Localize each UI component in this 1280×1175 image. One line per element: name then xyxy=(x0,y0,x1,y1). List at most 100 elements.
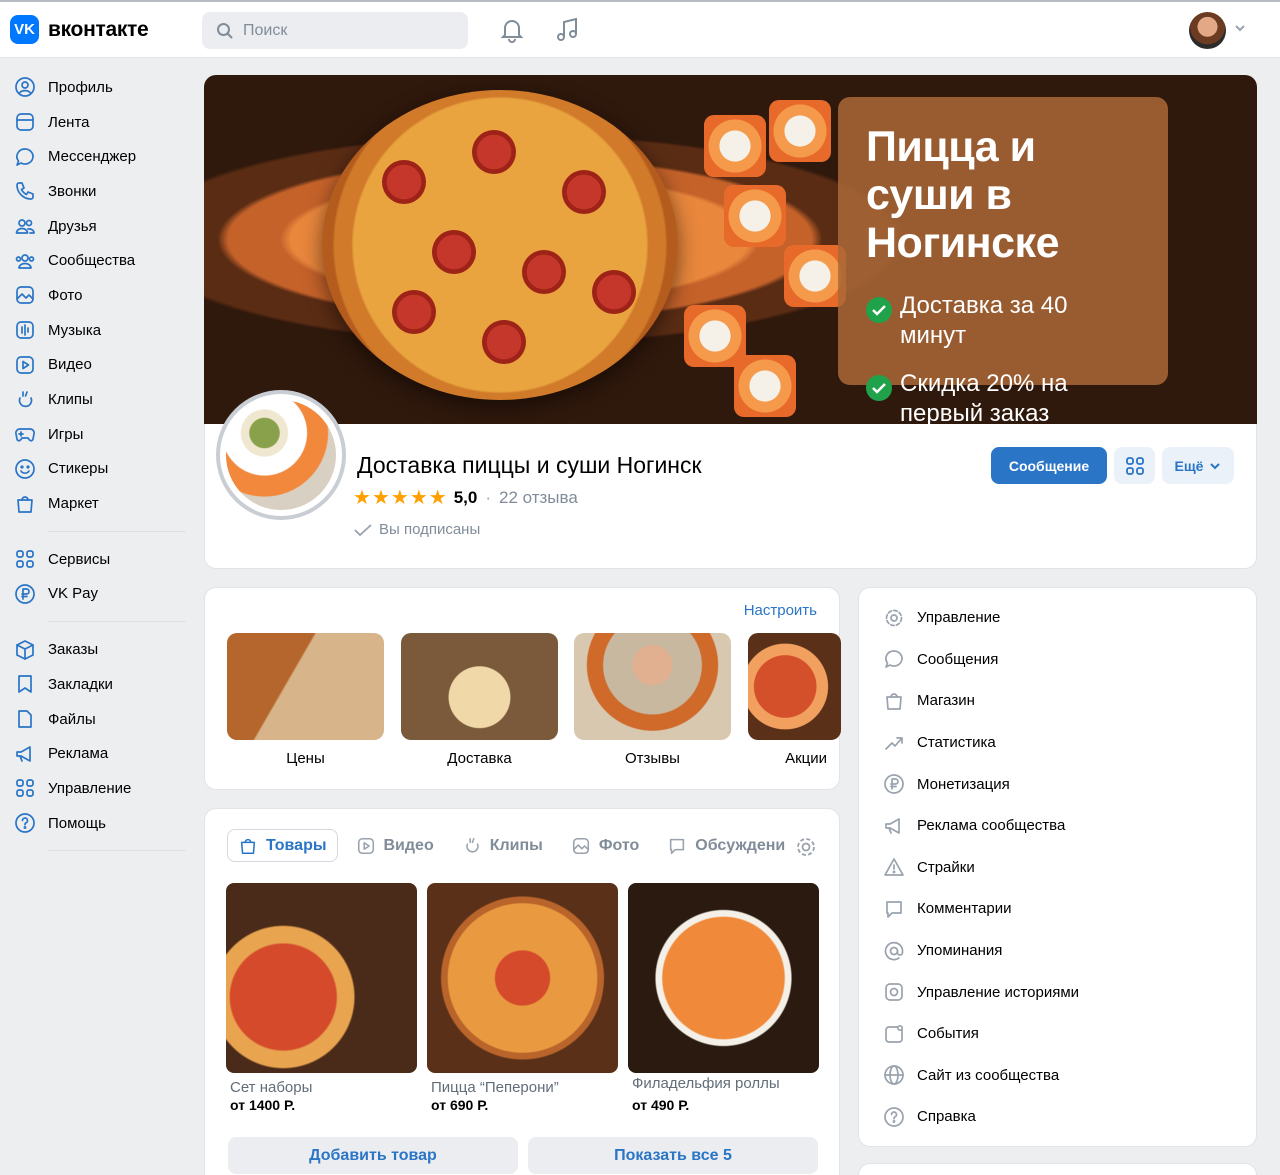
tab-photo[interactable]: Фото xyxy=(561,829,649,862)
sidebar-item[interactable]: Игры xyxy=(0,417,200,452)
sidebar-item[interactable]: VK Pay xyxy=(0,577,200,612)
tile-prices-label[interactable]: Цены xyxy=(227,750,384,767)
sidebar-item[interactable]: Стикеры xyxy=(0,452,200,487)
sidebar-item[interactable]: Друзья xyxy=(0,209,200,244)
sidebar-item[interactable]: Видео xyxy=(0,348,200,383)
manage-menu-item[interactable]: Монетизация xyxy=(859,763,1256,805)
message-button[interactable]: Сообщение xyxy=(991,447,1107,484)
star-icon: ★ xyxy=(409,487,428,509)
gear-icon xyxy=(885,609,903,627)
check-icon xyxy=(866,297,892,323)
chevron-down-icon[interactable] xyxy=(1234,24,1246,32)
tile-promo-image[interactable] xyxy=(748,633,841,740)
sidebar-item-label: Звонки xyxy=(48,182,97,200)
bell-icon[interactable] xyxy=(500,17,524,43)
user-avatar[interactable] xyxy=(1189,12,1226,49)
tile-prices-image[interactable] xyxy=(227,633,384,740)
bottom-card xyxy=(858,1163,1257,1175)
manage-menu-label: Управление xyxy=(917,609,1001,627)
tab-discussion[interactable]: Обсуждени xyxy=(657,829,795,862)
tile-reviews-label[interactable]: Отзывы xyxy=(574,750,731,767)
tab-video[interactable]: Видео xyxy=(346,829,444,862)
manage-menu-item[interactable]: Статистика xyxy=(859,722,1256,764)
content-tabs: Товары Видео Клипы Фото Обсуждени xyxy=(227,829,803,862)
sidebar-item[interactable]: Мессенджер xyxy=(0,139,200,174)
megaphone-icon xyxy=(885,817,900,834)
product-image[interactable] xyxy=(427,883,618,1073)
product-price: от 490 Р. xyxy=(632,1097,690,1113)
tile-reviews-image[interactable] xyxy=(574,633,731,740)
sidebar-item-label: Помощь xyxy=(48,814,106,832)
manage-menu-item[interactable]: Управление историями xyxy=(859,971,1256,1013)
sidebar-item[interactable]: Файлы xyxy=(0,702,200,737)
vk-logo-text: вконтакте xyxy=(48,17,149,41)
search-input[interactable]: Поиск xyxy=(202,12,468,49)
tile-delivery-image[interactable] xyxy=(401,633,558,740)
cover-point-delivery: Доставка за 40 минут xyxy=(900,292,1068,349)
sidebar-item-label: Фото xyxy=(48,286,83,304)
manage-menu-item[interactable]: Справка xyxy=(859,1096,1256,1138)
manage-menu-item[interactable]: События xyxy=(859,1013,1256,1055)
configure-link[interactable]: Настроить xyxy=(744,602,817,619)
sidebar-item[interactable]: Профиль xyxy=(0,70,200,105)
sidebar-item[interactable]: Заказы xyxy=(0,632,200,667)
manage-menu-item[interactable]: Комментарии xyxy=(859,888,1256,930)
sidebar-item[interactable]: Управление xyxy=(0,771,200,806)
show-all-products-button[interactable]: Показать все 5 xyxy=(528,1137,818,1174)
gear-icon[interactable] xyxy=(795,836,817,858)
sidebar-item[interactable]: Закладки xyxy=(0,667,200,702)
sidebar-item-label: Заказы xyxy=(48,641,99,659)
sidebar-item-label: Музыка xyxy=(48,321,102,339)
sidebar-item[interactable]: Сервисы xyxy=(0,542,200,577)
community-cover: Пицца и суши в Ногинске Доставка за 40 м… xyxy=(204,75,1257,440)
community-avatar[interactable] xyxy=(216,390,346,520)
cover-pizza-image xyxy=(322,90,678,400)
subscribed-status[interactable]: Вы подписаны xyxy=(353,521,480,538)
top-bar: VK вконтакте Поиск xyxy=(0,0,1280,58)
sidebar-item[interactable]: Маркет xyxy=(0,486,200,521)
grid-icon xyxy=(1125,456,1144,475)
manage-menu-label: Страйки xyxy=(917,858,975,876)
community-rating[interactable]: ★★★★★ 5,0 · 22 отзыва xyxy=(353,485,578,510)
photo-icon xyxy=(572,837,589,854)
tab-label: Видео xyxy=(383,836,434,854)
sidebar-item[interactable]: Реклама xyxy=(0,736,200,771)
sidebar-item[interactable]: Фото xyxy=(0,278,200,313)
sidebar-item-label: Видео xyxy=(48,356,92,374)
add-product-button[interactable]: Добавить товар xyxy=(228,1137,518,1174)
sidebar-item-label: Сообщества xyxy=(48,252,136,270)
manage-menu-item[interactable]: Сайт из сообщества xyxy=(859,1055,1256,1097)
tile-promo-label[interactable]: Акции xyxy=(748,750,841,767)
sidebar-item[interactable]: Лента xyxy=(0,105,200,140)
sidebar-divider xyxy=(48,621,186,623)
sidebar-item-label: Профиль xyxy=(48,78,113,96)
sidebar-item[interactable]: Помощь xyxy=(0,806,200,841)
product-image[interactable] xyxy=(226,883,417,1073)
sidebar-item[interactable]: Сообщества xyxy=(0,243,200,278)
manage-menu-item[interactable]: Реклама сообщества xyxy=(859,805,1256,847)
tab-bag[interactable]: Товары xyxy=(227,829,338,862)
manage-menu-item[interactable]: Упоминания xyxy=(859,930,1256,972)
manage-menu-item[interactable]: Управление xyxy=(859,597,1256,639)
manage-menu-item[interactable]: Страйки xyxy=(859,847,1256,889)
product-name[interactable]: Сет наборы xyxy=(226,1079,417,1096)
more-button[interactable]: Ещё xyxy=(1162,447,1234,484)
sidebar-item[interactable]: Музыка xyxy=(0,313,200,348)
product-name[interactable]: Пицца “Пеперони” xyxy=(427,1079,618,1096)
goods-card: Товары Видео Клипы Фото Обсуждени Сет наборы… xyxy=(204,808,840,1175)
tab-clips[interactable]: Клипы xyxy=(452,829,553,862)
vk-logo[interactable]: VK вконтакте xyxy=(10,15,149,44)
reviews-count[interactable]: 22 отзыва xyxy=(499,488,578,508)
product-image[interactable] xyxy=(628,883,819,1073)
apps-button[interactable] xyxy=(1114,447,1155,484)
product-name[interactable]: Филадельфия роллы xyxy=(628,1075,819,1092)
tile-delivery-label[interactable]: Доставка xyxy=(401,750,558,767)
sidebar-item[interactable]: Звонки xyxy=(0,174,200,209)
sidebar-divider xyxy=(48,850,186,852)
manage-menu-label: Реклама сообщества xyxy=(917,817,1066,835)
manage-menu-item[interactable]: Магазин xyxy=(859,680,1256,722)
sidebar-item[interactable]: Клипы xyxy=(0,382,200,417)
music-icon[interactable] xyxy=(555,17,579,43)
manage-menu-item[interactable]: Сообщения xyxy=(859,639,1256,681)
sidebar-item-label: Мессенджер xyxy=(48,148,137,166)
